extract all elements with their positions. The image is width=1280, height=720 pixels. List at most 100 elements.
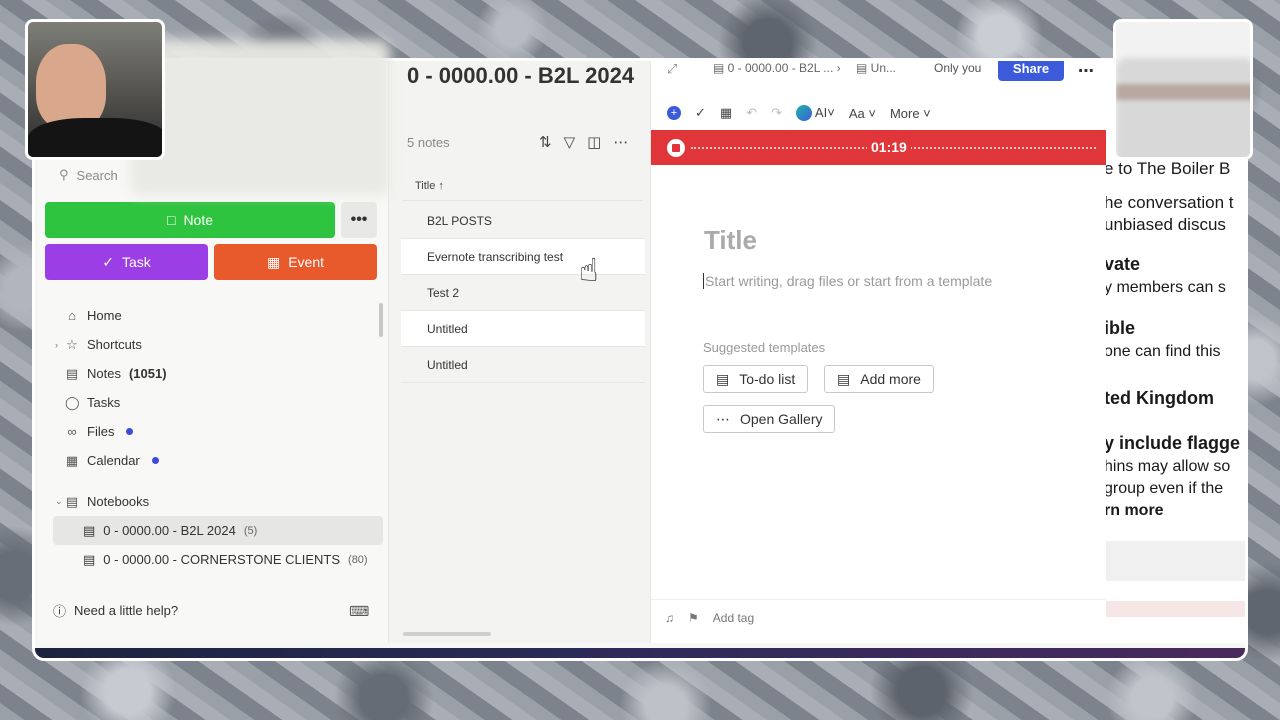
- webpage-heading: vate: [1106, 254, 1141, 274]
- breadcrumb-note-label: Un...: [870, 61, 897, 75]
- notebook-count: (80): [348, 553, 368, 566]
- more-menu-button[interactable]: More ˅: [890, 106, 931, 121]
- chevron-down-icon[interactable]: ⌄: [55, 496, 63, 507]
- sidebar-item-label: Notebooks: [87, 494, 150, 509]
- webpage-text: y members can s: [1106, 279, 1226, 296]
- note-icon: ▤: [65, 365, 79, 381]
- webpage-text: hins may allow so: [1106, 458, 1231, 475]
- keyboard-icon[interactable]: ⌨: [349, 603, 369, 620]
- new-note-button[interactable]: □ Note: [45, 202, 335, 238]
- star-icon: ☆: [66, 336, 78, 352]
- checkbox-icon[interactable]: ✓: [695, 105, 706, 121]
- notes-count: (1051): [128, 366, 167, 381]
- webpage-text: group even if the: [1106, 480, 1224, 497]
- recording-bar: 01:19: [651, 130, 1107, 165]
- new-event-button[interactable]: ▦ Event: [214, 244, 377, 280]
- note-list-scrollbar[interactable]: [403, 632, 491, 636]
- more-dots-icon[interactable]: ⋯: [613, 133, 628, 151]
- note-title-input[interactable]: Title: [704, 225, 757, 256]
- sidebar-item-label: Tasks: [87, 395, 121, 410]
- add-more-template-button[interactable]: ▤ Add more: [824, 365, 934, 393]
- webpage-block: [1106, 601, 1245, 617]
- sidebar-scrollbar[interactable]: [379, 303, 383, 337]
- sidebar-item-shortcuts[interactable]: › ☆ Shortcuts: [53, 330, 373, 359]
- new-event-label: Event: [288, 254, 325, 270]
- webpage-heading: y include flagge: [1106, 433, 1241, 453]
- blurred-content: [1116, 58, 1250, 157]
- webpage-heading: ted Kingdom: [1106, 388, 1214, 408]
- ai-button[interactable]: AI˅: [796, 105, 835, 122]
- new-task-button[interactable]: ✓ Task: [45, 244, 208, 280]
- note-count: 5 notes: [407, 135, 450, 150]
- sidebar-item-calendar[interactable]: ▦ Calendar: [53, 446, 373, 475]
- list-item[interactable]: Test 2: [401, 275, 645, 311]
- more-options-button[interactable]: •••: [341, 202, 377, 238]
- notebook-item-cornerstone-clients[interactable]: ▤ 0 - 0000.00 - CORNERSTONE CLIENTS (80): [53, 545, 383, 574]
- new-task-label: Task: [121, 254, 151, 270]
- notebook-icon: ▤: [83, 551, 96, 567]
- sort-icon[interactable]: ⇅: [539, 133, 552, 151]
- sidebar-item-label: Notes: [87, 366, 121, 381]
- sidebar-item-files[interactable]: ∞ Files: [53, 417, 373, 446]
- share-button[interactable]: Share: [998, 61, 1064, 81]
- view-options-icon[interactable]: ◫: [587, 133, 601, 151]
- breadcrumb-notebook[interactable]: ▤ 0 - 0000.00 - B2L ... ›: [713, 61, 841, 75]
- list-item[interactable]: Evernote transcribing test: [401, 239, 645, 275]
- chevron-right-icon[interactable]: ›: [55, 340, 58, 350]
- add-tag-input[interactable]: Add tag: [713, 611, 754, 625]
- sidebar-item-label: Calendar: [87, 453, 140, 468]
- note-body-input[interactable]: Start writing, drag files or start from …: [703, 273, 992, 289]
- breadcrumb-notebook-label: 0 - 0000.00 - B2L ...: [727, 61, 834, 75]
- redo-icon[interactable]: ↷: [771, 105, 782, 121]
- webpage-link: rn more: [1106, 502, 1164, 519]
- reminder-bell-icon[interactable]: ♫: [665, 611, 674, 625]
- insert-plus-icon[interactable]: +: [667, 106, 681, 120]
- list-item[interactable]: B2L POSTS: [401, 203, 645, 239]
- home-icon: ⌂: [68, 308, 76, 323]
- editor-header: ⤢ ▤ 0 - 0000.00 - B2L ... › ▤ Un... Only…: [651, 61, 1107, 83]
- stop-recording-icon[interactable]: [667, 139, 685, 157]
- notebooks-section: ⌄ ▤ Notebooks ▤ 0 - 0000.00 - B2L 2024 (…: [53, 487, 383, 574]
- blurred-overlay: [130, 40, 390, 195]
- sidebar-item-label: Files: [87, 424, 115, 439]
- sidebar-item-notebooks[interactable]: ⌄ ▤ Notebooks: [53, 487, 383, 516]
- sidebar-item-home[interactable]: ⌂ Home: [53, 301, 373, 330]
- undo-icon[interactable]: ↶: [746, 105, 757, 121]
- open-gallery-button[interactable]: ⋯ Open Gallery: [703, 405, 836, 433]
- more-dots-icon[interactable]: ⋯: [1078, 61, 1094, 81]
- help-label: Need a little help?: [74, 602, 179, 618]
- todo-template-button[interactable]: ▤ To-do list: [703, 365, 809, 393]
- sidebar-item-label: Shortcuts: [87, 337, 142, 352]
- notebook-item-b2l-2024[interactable]: ▤ 0 - 0000.00 - B2L 2024 (5): [53, 516, 383, 545]
- font-style-button[interactable]: Aa ˅: [849, 106, 876, 121]
- calendar-icon[interactable]: ▦: [720, 105, 732, 121]
- help-link[interactable]: ⓘ Need a little help?: [53, 599, 373, 621]
- ai-icon: [796, 105, 813, 122]
- more-menu-label: More: [889, 105, 920, 121]
- hand-cursor-icon: ☝: [579, 252, 599, 288]
- notebook-icon: ▤: [65, 493, 79, 509]
- expand-icon[interactable]: ⤢: [667, 61, 677, 77]
- ellipsis-icon: ⋯: [716, 410, 730, 427]
- title-column-header[interactable]: Title ↑: [403, 171, 643, 201]
- sidebar-item-tasks[interactable]: ◯ Tasks: [53, 388, 373, 417]
- notebook-count: (5): [243, 524, 258, 537]
- unread-dot: [126, 428, 134, 435]
- filter-icon[interactable]: ▽: [564, 133, 576, 151]
- notebook-icon: ▤: [83, 522, 96, 538]
- breadcrumb-note[interactable]: ▤ Un...: [856, 61, 896, 75]
- list-item[interactable]: Untitled: [401, 311, 645, 347]
- sidebar-item-notes[interactable]: ▤ Notes (1051): [53, 359, 373, 388]
- presenter-shirt: [28, 118, 162, 157]
- list-item[interactable]: Untitled: [401, 347, 645, 383]
- new-note-label: Note: [183, 212, 214, 228]
- visibility-label[interactable]: Only you: [934, 61, 981, 75]
- webpage-heading: ible: [1106, 318, 1136, 338]
- tag-icon[interactable]: ⚑: [688, 611, 699, 625]
- recording-timer: 01:19: [867, 139, 911, 155]
- calendar-plus-icon: ▦: [266, 253, 281, 270]
- calendar-icon: ▦: [65, 452, 79, 468]
- editor-toolbar: + ✓ ▦ ↶ ↷ AI˅ Aa ˅ More ˅: [667, 103, 931, 123]
- notebook-label: 0 - 0000.00 - B2L 2024: [103, 523, 236, 538]
- check-circle-icon: ✓: [102, 253, 114, 270]
